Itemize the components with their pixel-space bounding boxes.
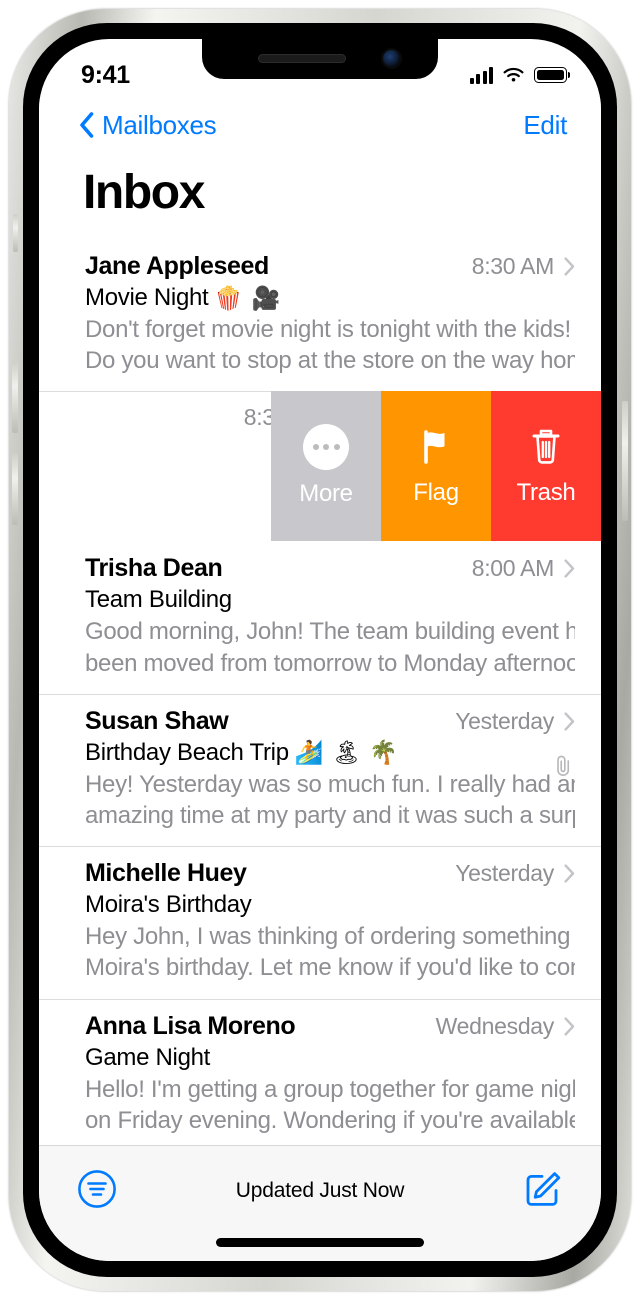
power-button[interactable] [622,401,628,521]
timestamp: 8:30 AM [471,253,555,279]
sender-name: Susan Shaw [85,706,229,735]
mail-list[interactable]: Jane Appleseed 8:30 AM Movie Night 🍿 🎥 D… [39,239,601,1145]
update-status-text: Updated Just Now [235,1179,405,1202]
more-dots-icon [303,424,349,471]
battery-full-icon [534,67,571,83]
volume-down-button[interactable] [12,361,18,433]
row-meta: 8:00 AM [472,555,575,582]
more-button[interactable]: More [271,391,381,542]
row-meta: Yesterday [455,708,575,735]
timestamp: Yesterday [455,707,554,734]
preview-text: Hey! Yesterday was so much fun. I really… [85,769,575,831]
chevron-right-icon [564,712,575,731]
filter-circle-icon[interactable] [77,1169,117,1209]
chevron-left-icon [80,112,94,138]
status-time: 9:41 [81,60,130,89]
chevron-right-icon [564,559,575,578]
timestamp: Yesterday [455,860,554,887]
preview-line-1: Don't forget movie night is tonight with… [85,316,571,343]
row-header: Jane Appleseed 8:30 AM [85,252,575,281]
swipe-action-buttons: More Flag Trash [271,391,601,542]
preview-text: Good morning, John! The team building ev… [85,616,575,678]
preview-line-1: Good morning, John! The team building ev… [85,618,575,646]
wifi-icon [503,67,524,82]
preview-line-2: on Friday evening. Wondering if you're a… [85,1106,575,1134]
trash-button-label: Trash [516,479,576,507]
subject-text: Game Night [85,1043,211,1071]
trash-button[interactable]: Trash [491,391,601,542]
row-header: Susan Shaw Yesterday [85,707,575,736]
row-meta: Wednesday [436,1013,575,1040]
flag-button-label: Flag [413,479,459,507]
preview-line-1: Hey! Yesterday was so much fun. I really… [85,770,575,798]
swiped-table-row[interactable]: 8:30 AM pg [39,391,601,542]
subject-text: Team Building [85,586,232,614]
cellular-signal-icon [469,66,493,84]
timestamp: Wednesday [435,1012,555,1039]
earpiece-speaker [258,54,346,63]
subject-text: Movie Night [85,284,209,311]
edit-button[interactable]: Edit [523,110,567,141]
back-button-label: Mailboxes [102,109,217,140]
table-row[interactable]: Trisha Dean 8:00 AM Team Building Good m… [39,541,601,694]
preview-text: Hey John, I was thinking of ordering som… [85,921,575,983]
subject-line: Movie Night 🍿 🎥 [85,284,575,312]
paperclip-icon [557,755,570,776]
row-meta: 8:30 AM [472,253,575,280]
page-title: Inbox [39,153,601,220]
chevron-right-icon [564,1016,575,1036]
table-row[interactable]: Anna Lisa Moreno Wednesday Game Night He… [39,998,601,1145]
preview-text: Don't forget movie night is tonight with… [85,314,575,376]
subject-line: Moira's Birthday [85,891,575,919]
trash-icon [532,430,560,465]
status-indicators [469,66,571,84]
subject-line: Team Building [85,586,575,614]
compose-square-pencil-icon[interactable] [523,1169,563,1209]
row-header: Anna Lisa Moreno Wednesday [85,1012,575,1041]
row-header: Michelle Huey Yesterday [85,859,575,888]
back-to-mailboxes-button[interactable]: Mailboxes [79,109,217,141]
home-indicator[interactable] [216,1238,424,1247]
navigation-bar: Mailboxes Edit [39,97,601,153]
sender-name: Trisha Dean [85,554,223,583]
display-notch [202,39,438,79]
front-camera-icon [383,50,400,67]
subject-line: Birthday Beach Trip 🏄 🏝 🌴 [85,739,575,767]
sender-name: Jane Appleseed [85,252,269,280]
preview-line-1: Hey John, I was thinking of ordering som… [85,923,575,951]
volume-up-button[interactable] [12,453,18,525]
sender-name: Anna Lisa Moreno [85,1011,296,1040]
preview-line-2: been moved from tomorrow to Monday after… [85,649,575,677]
subject-line: Game Night [85,1044,575,1072]
sender-name: Michelle Huey [85,859,247,888]
row-header: Trisha Dean 8:00 AM [85,554,575,583]
table-row[interactable]: Susan Shaw Yesterday Birthday Beach Trip… [39,693,601,847]
subject-text: Moira's Birthday [85,891,252,919]
row-meta: Yesterday [455,860,575,887]
preview-line-2: amazing time at my party and it was such… [85,801,575,829]
preview-line-1: Hello! I'm getting a group together for … [85,1075,575,1103]
flag-icon [424,430,445,465]
preview-line-2: Do you want to stop at the store on the … [85,347,575,375]
phone-frame: 9:41 Mailboxes Edit Inbox Jane Appleseed… [9,9,631,1291]
silent-switch-button[interactable] [13,214,18,252]
flag-button[interactable]: Flag [381,391,491,542]
chevron-right-icon [564,257,575,276]
table-row[interactable]: Jane Appleseed 8:30 AM Movie Night 🍿 🎥 D… [39,239,601,392]
phone-screen: 9:41 Mailboxes Edit Inbox Jane Appleseed… [39,39,601,1261]
more-button-label: More [299,480,353,508]
preview-text: Hello! I'm getting a group together for … [85,1074,575,1136]
preview-line-2: Moira's birthday. Let me know if you'd l… [85,954,575,982]
subject-emoji: 🏄 🏝 🌴 [294,739,400,766]
subject-emoji: 🍿 🎥 [214,284,282,311]
chevron-right-icon [564,864,575,883]
timestamp: 8:00 AM [471,555,555,582]
table-row[interactable]: Michelle Huey Yesterday Moira's Birthday… [39,846,601,999]
subject-text: Birthday Beach Trip [85,738,289,766]
